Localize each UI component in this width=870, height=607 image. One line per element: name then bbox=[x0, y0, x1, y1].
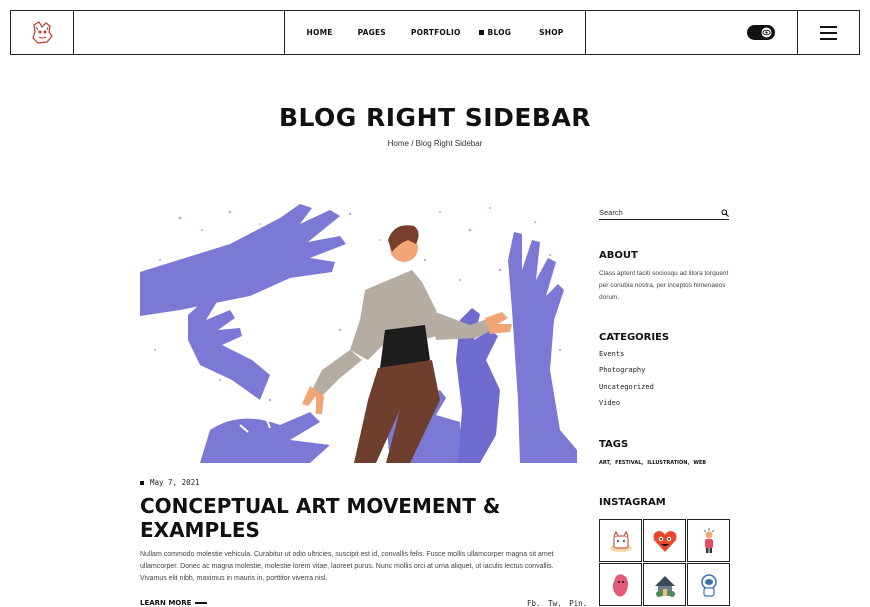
category-photography[interactable]: Photography bbox=[599, 366, 654, 382]
search-input[interactable] bbox=[599, 208, 709, 217]
nav-blog[interactable]: BLOG bbox=[478, 28, 512, 37]
tag-web[interactable]: WEB bbox=[693, 460, 706, 466]
nav-blog-label: BLOG bbox=[487, 28, 512, 37]
post-excerpt: Nullam commodo molestie vehicula. Curabi… bbox=[140, 551, 554, 582]
about-heading: ABOUT bbox=[599, 250, 638, 261]
menu-cell bbox=[798, 11, 859, 54]
category-video[interactable]: Video bbox=[599, 399, 654, 415]
instagram-thumb[interactable] bbox=[687, 519, 730, 562]
categories-heading: CATEGORIES bbox=[599, 332, 670, 343]
arrow-line-icon bbox=[195, 602, 208, 604]
share-links: Fb. Tw. Pin. bbox=[524, 599, 587, 607]
main-nav: HOME PAGES PORTFOLIO BLOG SHOP bbox=[285, 11, 586, 54]
category-uncategorized[interactable]: Uncategorized bbox=[599, 383, 654, 399]
learn-more-label: LEARN MORE bbox=[140, 599, 192, 607]
bullet-icon bbox=[140, 480, 144, 485]
house-icon bbox=[654, 575, 675, 597]
heart-character-icon bbox=[653, 530, 676, 552]
theme-toggle-cell bbox=[586, 11, 798, 54]
tag-art[interactable]: ART, bbox=[599, 460, 611, 466]
instagram-heading: INSTAGRAM bbox=[599, 497, 666, 508]
tag-festival[interactable]: FESTIVAL, bbox=[615, 460, 643, 466]
search-icon[interactable] bbox=[721, 208, 729, 217]
breadcrumb-separator: / bbox=[408, 139, 416, 148]
instagram-thumb[interactable] bbox=[599, 563, 642, 606]
tags-heading: TAGS bbox=[599, 439, 629, 450]
instagram-thumb[interactable] bbox=[643, 563, 686, 606]
categories-list: Events Photography Uncategorized Video bbox=[599, 350, 654, 415]
post-title[interactable]: CONCEPTUAL ART MOVEMENT & EXAMPLES bbox=[140, 494, 580, 542]
conceptual-art-illustration bbox=[140, 200, 577, 463]
about-text: Class aptent taciti sociosqu ad litora t… bbox=[599, 270, 729, 301]
tag-illustration[interactable]: ILLUSTRATION, bbox=[647, 460, 689, 466]
share-facebook[interactable]: Fb. bbox=[527, 599, 541, 607]
search-box bbox=[599, 206, 729, 220]
astronaut-icon bbox=[700, 573, 717, 597]
share-pinterest[interactable]: Pin. bbox=[569, 599, 587, 607]
instagram-thumb[interactable] bbox=[643, 519, 686, 562]
share-twitter[interactable]: Tw. bbox=[548, 599, 562, 607]
nav-shop[interactable]: SHOP bbox=[539, 28, 563, 37]
pink-creature-icon bbox=[612, 573, 628, 596]
breadcrumb-home[interactable]: Home bbox=[388, 139, 409, 148]
nav-home[interactable]: HOME bbox=[307, 28, 333, 37]
eye-icon bbox=[761, 27, 772, 38]
tags-list: ART, FESTIVAL, ILLUSTRATION, WEB bbox=[599, 460, 706, 466]
theme-toggle[interactable] bbox=[747, 25, 775, 40]
learn-more-link[interactable]: LEARN MORE bbox=[140, 599, 208, 607]
header-spacer bbox=[74, 11, 285, 54]
post-date-text: May 7, 2021 bbox=[150, 478, 200, 487]
nav-pages[interactable]: PAGES bbox=[358, 28, 386, 37]
post-date: May 7, 2021 bbox=[140, 478, 200, 487]
category-events[interactable]: Events bbox=[599, 350, 654, 366]
page-title: BLOG RIGHT SIDEBAR bbox=[278, 103, 592, 132]
breadcrumb-current: Blog Right Sidebar bbox=[415, 139, 483, 148]
logo[interactable] bbox=[11, 11, 74, 54]
instagram-thumb[interactable] bbox=[599, 519, 642, 562]
post-featured-image[interactable] bbox=[140, 200, 577, 463]
cat-cup-icon bbox=[609, 530, 632, 552]
instagram-thumb[interactable] bbox=[687, 563, 730, 606]
breadcrumb: Home / Blog Right Sidebar bbox=[0, 139, 870, 148]
active-indicator-icon bbox=[478, 30, 484, 35]
logo-icon bbox=[32, 20, 53, 44]
site-header: HOME PAGES PORTFOLIO BLOG SHOP bbox=[10, 10, 860, 55]
nav-portfolio[interactable]: PORTFOLIO bbox=[411, 28, 461, 37]
figure-icon bbox=[703, 527, 714, 553]
instagram-grid bbox=[599, 519, 731, 606]
hamburger-menu-icon[interactable] bbox=[820, 22, 837, 44]
